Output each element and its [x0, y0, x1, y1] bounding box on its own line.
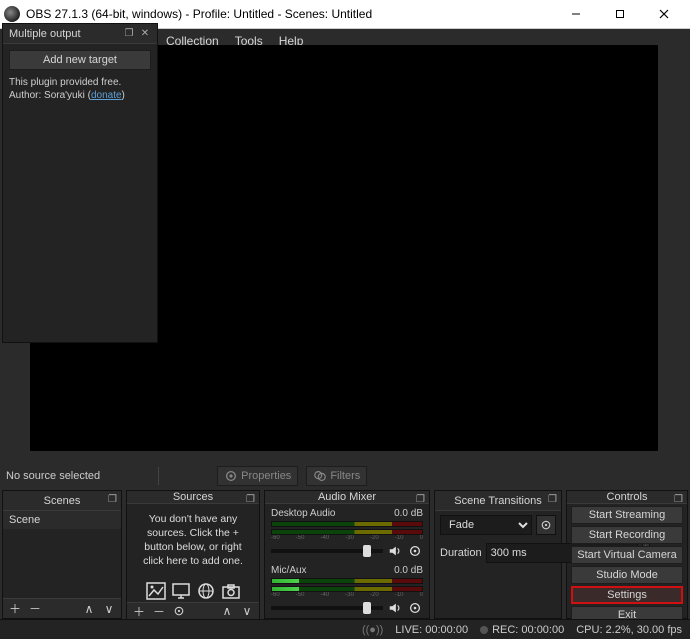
scene-down-button[interactable]: ∨ — [100, 601, 118, 617]
rec-indicator-icon — [480, 626, 488, 634]
studio-mode-button[interactable]: Studio Mode — [571, 566, 683, 584]
plugin-panel-title: Multiple output — [9, 28, 81, 40]
live-timer: LIVE: 00:00:00 — [395, 624, 468, 636]
start-virtual-camera-button[interactable]: Start Virtual Camera — [571, 546, 683, 564]
start-streaming-button[interactable]: Start Streaming — [571, 506, 683, 524]
audio-meter — [271, 521, 423, 527]
plugin-close-icon[interactable]: ✕ — [139, 28, 151, 39]
gear-icon[interactable] — [407, 600, 423, 616]
sources-dock: Sources❐ You don't have any sources. Cli… — [126, 490, 260, 619]
add-new-target-button[interactable]: Add new target — [9, 50, 151, 70]
source-add-button[interactable]: ＋ — [130, 603, 148, 619]
source-remove-button[interactable]: － — [150, 603, 168, 619]
settings-button[interactable]: Settings — [571, 586, 683, 604]
gear-icon[interactable] — [407, 543, 423, 559]
scene-remove-button[interactable]: － — [26, 601, 44, 617]
obs-logo-icon — [4, 6, 20, 22]
scene-add-button[interactable]: ＋ — [6, 601, 24, 617]
plugin-detach-icon[interactable]: ❐ — [123, 28, 135, 39]
source-properties-button[interactable] — [170, 603, 188, 619]
cpu-usage: CPU: 2.2%, 30.00 fps — [576, 624, 682, 636]
audio-meter — [271, 586, 423, 592]
globe-source-icon — [194, 580, 218, 602]
toolbar-separator — [158, 467, 159, 485]
filters-button[interactable]: Filters — [306, 466, 367, 486]
source-up-button[interactable]: ∧ — [218, 603, 236, 619]
sources-empty-message: You don't have any sources. Click the + … — [127, 504, 259, 576]
dock-detach-icon[interactable]: ❐ — [548, 494, 557, 505]
gear-icon — [224, 469, 238, 483]
audio-meter — [271, 578, 423, 584]
minimize-button[interactable] — [554, 0, 598, 28]
source-toolbar: No source selected Properties Filters — [2, 464, 688, 488]
close-button[interactable] — [642, 0, 686, 28]
multiple-output-panel: Multiple output ❐ ✕ Add new target This … — [2, 23, 158, 343]
duration-label: Duration — [440, 547, 482, 559]
speaker-icon[interactable] — [387, 600, 403, 616]
scene-transitions-dock: Scene Transitions❐ Fade Duration ▲▼ — [434, 490, 562, 619]
scenes-title: Scenes — [44, 495, 81, 507]
scenes-dock: Scenes ❐ Scene ＋ － ∧ ∨ — [2, 490, 122, 619]
filters-icon — [313, 469, 327, 483]
rec-timer: REC: 00:00:00 — [492, 624, 564, 636]
audio-meter — [271, 529, 423, 535]
controls-title: Controls — [607, 491, 648, 503]
scene-up-button[interactable]: ∧ — [80, 601, 98, 617]
mixer-title: Audio Mixer — [318, 491, 376, 503]
transition-select[interactable]: Fade — [440, 515, 532, 535]
plugin-info-text: This plugin provided free. Author: Sora'… — [3, 76, 157, 102]
status-bar: ((●)) LIVE: 00:00:00 REC: 00:00:00 CPU: … — [0, 619, 690, 639]
start-recording-button[interactable]: Start Recording — [571, 526, 683, 544]
window-title: OBS 27.1.3 (64-bit, windows) - Profile: … — [26, 7, 554, 21]
display-source-icon — [169, 580, 193, 602]
camera-source-icon — [219, 580, 243, 602]
no-source-selected-label: No source selected — [6, 470, 100, 482]
scene-item[interactable]: Scene — [3, 511, 121, 529]
speaker-icon[interactable] — [387, 543, 403, 559]
source-down-button[interactable]: ∨ — [238, 603, 256, 619]
mixer-track-mic: Mic/Aux0.0 dB -60-50-40-30-20-100 — [265, 561, 429, 618]
image-source-icon — [144, 580, 168, 602]
audio-mixer-dock: Audio Mixer❐ Desktop Audio0.0 dB -60-50-… — [264, 490, 430, 619]
dock-detach-icon[interactable]: ❐ — [108, 494, 117, 505]
sources-title: Sources — [173, 491, 213, 503]
donate-link[interactable]: donate — [91, 90, 122, 101]
volume-slider[interactable] — [271, 549, 383, 553]
volume-slider[interactable] — [271, 606, 383, 610]
mixer-track-desktop: Desktop Audio0.0 dB -60-50-40-30-20-100 — [265, 504, 429, 561]
maximize-button[interactable] — [598, 0, 642, 28]
stream-status-icon: ((●)) — [362, 624, 383, 636]
properties-button[interactable]: Properties — [217, 466, 298, 486]
transitions-title: Scene Transitions — [454, 495, 541, 507]
transition-settings-button[interactable] — [536, 515, 556, 535]
controls-dock: Controls❐ Start Streaming Start Recordin… — [566, 490, 688, 619]
